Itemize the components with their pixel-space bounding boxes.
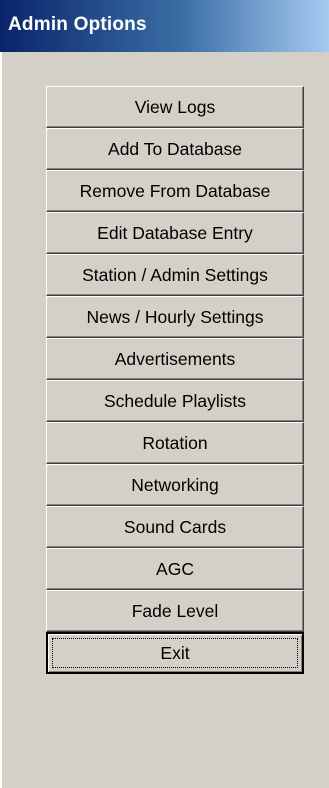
exit-button-label: Exit [160,642,190,663]
networking-button[interactable]: Networking [46,464,304,506]
agc-button[interactable]: AGC [46,548,304,590]
schedule-playlists-button[interactable]: Schedule Playlists [46,380,304,422]
window-title: Admin Options [8,14,147,35]
view-logs-button-label: View Logs [134,96,216,117]
add-to-database-button-label: Add To Database [108,138,242,159]
fade-level-button-label: Fade Level [131,600,219,621]
station-admin-settings-button[interactable]: Station / Admin Settings [46,254,304,296]
edit-database-entry-button-label: Edit Database Entry [97,222,253,243]
exit-button[interactable]: Exit [46,632,304,674]
advertisements-button-label: Advertisements [114,348,236,369]
title-bar[interactable]: Admin Options [0,0,329,52]
sound-cards-button-label: Sound Cards [123,516,227,537]
fade-level-button[interactable]: Fade Level [46,590,304,632]
agc-button-label: AGC [156,558,194,579]
edit-database-entry-button[interactable]: Edit Database Entry [46,212,304,254]
networking-button-label: Networking [131,474,219,495]
advertisements-button[interactable]: Advertisements [46,338,304,380]
rotation-button[interactable]: Rotation [46,422,304,464]
station-admin-settings-button-label: Station / Admin Settings [82,264,268,285]
admin-options-window: Admin Options View Logs Add To Database … [0,0,329,788]
schedule-playlists-button-label: Schedule Playlists [103,390,247,411]
sound-cards-button[interactable]: Sound Cards [46,506,304,548]
remove-from-database-button-label: Remove From Database [79,180,271,201]
window-left-border [0,52,2,788]
rotation-button-label: Rotation [142,432,208,453]
news-hourly-settings-button-label: News / Hourly Settings [86,306,264,327]
remove-from-database-button[interactable]: Remove From Database [46,170,304,212]
add-to-database-button[interactable]: Add To Database [46,128,304,170]
news-hourly-settings-button[interactable]: News / Hourly Settings [46,296,304,338]
view-logs-button[interactable]: View Logs [46,86,304,128]
